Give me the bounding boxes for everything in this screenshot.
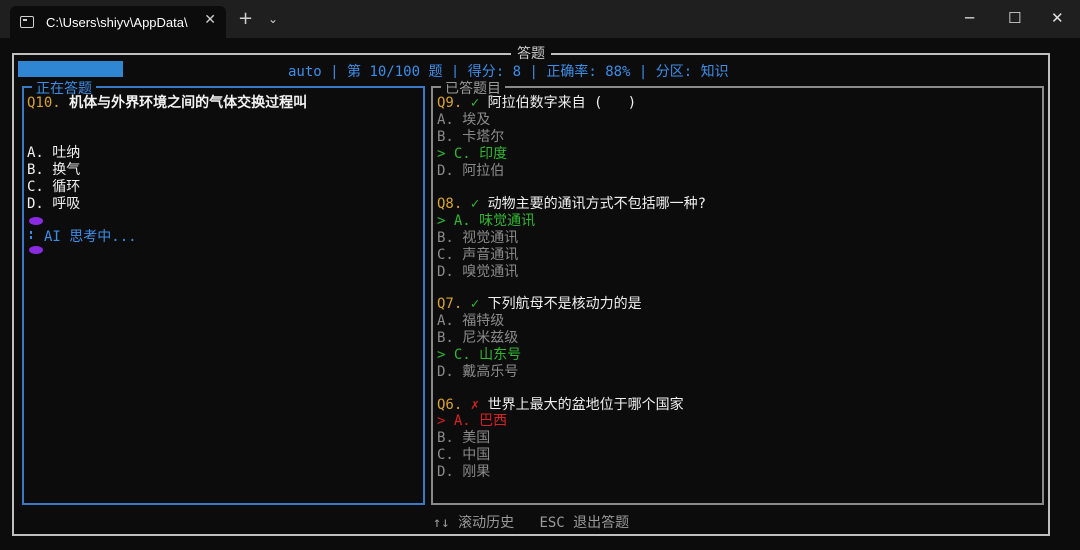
question-number: Q10. (27, 95, 61, 111)
correct-icon: ✓ (470, 196, 480, 212)
history-selected-option: > A. 味觉通讯 (437, 213, 536, 229)
history-option: D. 阿拉伯 (437, 163, 505, 179)
history-question: Q6. ✗ 世界上最大的盆地位于哪个国家 (437, 397, 684, 413)
tab-dropdown-button[interactable]: ⌄ (268, 12, 278, 26)
key-hints: ↑↓ 滚动历史 ESC 退出答题 (0, 512, 1062, 532)
history-option: B. 视觉通讯 (437, 230, 519, 246)
wrong-icon: ✗ (470, 397, 480, 413)
question-text: 机体与外界环境之间的气体交换过程叫 (69, 95, 308, 111)
option-c: C. 循环 (27, 179, 81, 195)
progress-bar (18, 61, 123, 77)
correct-icon: ✓ (470, 296, 480, 312)
scroll-hint: ↑↓ 滚动历史 (432, 515, 515, 531)
history-option: B. 卡塔尔 (437, 129, 505, 145)
option-a: A. 吐纳 (27, 145, 81, 161)
history-selected-option: > C. 山东号 (437, 347, 522, 363)
history-question: Q9. ✓ 阿拉伯数字来自 ( ) (437, 95, 637, 111)
accuracy-label: 正确率: 88% (546, 64, 631, 80)
window-titlebar: C:\Users\shiyv\AppData\ ✕ + ⌄ ─ ☐ ✕ (0, 0, 1080, 38)
question-counter: 第 10/100 题 (347, 64, 443, 80)
close-window-button[interactable]: ✕ (1051, 9, 1064, 27)
exit-hint: ESC 退出答题 (539, 515, 630, 531)
option-d: D. 呼吸 (27, 196, 81, 212)
current-question: Q10. 机体与外界环境之间的气体交换过程叫 (27, 95, 307, 112)
history-question: Q8. ✓ 动物主要的通讯方式不包括哪一种? (437, 196, 707, 212)
history-question: Q7. ✓ 下列航母不是核动力的是 (437, 296, 642, 312)
history-option: D. 嗅觉通讯 (437, 264, 519, 280)
ai-thinking-text: AI 思考中... (44, 229, 137, 245)
tab-title: C:\Users\shiyv\AppData\ (46, 14, 188, 30)
loading-spinner-icon (29, 217, 43, 254)
status-line: auto | 第 10/100 题 | 得分: 8 | 正确率: 88% | 分… (288, 64, 729, 80)
correct-icon: ✓ (470, 95, 480, 111)
tab-close-button[interactable]: ✕ (204, 12, 216, 28)
current-question-panel: 正在答题 (22, 78, 425, 505)
category-label: 分区: 知识 (655, 64, 729, 80)
maximize-button[interactable]: ☐ (1008, 9, 1021, 27)
history-option: A. 福特级 (437, 313, 505, 329)
minimize-button[interactable]: ─ (965, 9, 974, 27)
option-b: B. 换气 (27, 162, 81, 178)
mode-label: auto (288, 64, 322, 80)
app-title: 答题 (0, 43, 1062, 63)
history-option: C. 中国 (437, 447, 491, 463)
new-tab-button[interactable]: + (238, 8, 253, 29)
history-option: B. 尼米兹级 (437, 330, 519, 346)
terminal-icon (20, 16, 34, 28)
history-selected-option: > A. 巴西 (437, 413, 508, 429)
history-option: C. 声音通讯 (437, 247, 519, 263)
history-option: A. 埃及 (437, 112, 491, 128)
history-option: D. 戴高乐号 (437, 364, 519, 380)
history-selected-option: > C. 印度 (437, 146, 508, 162)
history-option: B. 美国 (437, 430, 491, 446)
history-option: D. 刚果 (437, 464, 491, 480)
terminal-tab[interactable]: C:\Users\shiyv\AppData\ ✕ (10, 6, 226, 38)
